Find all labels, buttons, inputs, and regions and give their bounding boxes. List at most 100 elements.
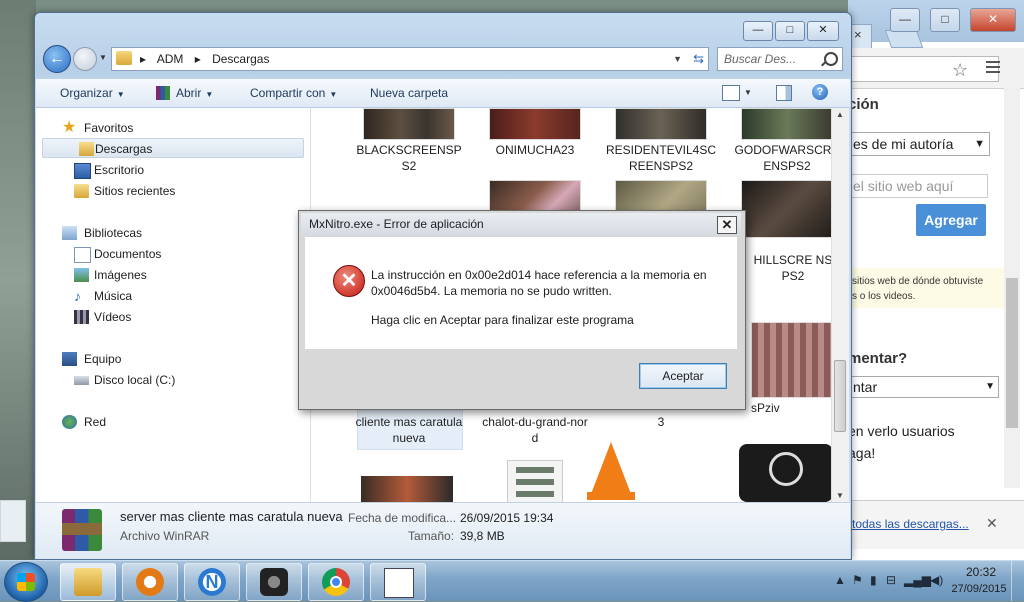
nav-label: Disco local (C:): [94, 373, 176, 387]
open-button[interactable]: Abrir ▼: [156, 79, 213, 109]
refresh-icon[interactable]: ⇆: [693, 48, 704, 70]
taskbar-chrome[interactable]: [308, 563, 364, 601]
forward-arrow-icon[interactable]: [73, 47, 97, 71]
website-input[interactable]: el sitio web aquí: [848, 174, 988, 198]
nav-local-disk[interactable]: Disco local (C:): [36, 370, 306, 390]
file-thumbnail[interactable]: [489, 108, 581, 140]
file-thumbnail[interactable]: [751, 322, 831, 398]
taskbar-nitro[interactable]: N: [184, 563, 240, 601]
chrome-close-button[interactable]: ✕: [970, 8, 1016, 32]
file-name[interactable]: BLACKSCREENSPS2: [353, 142, 465, 174]
downloads-close-icon[interactable]: ✕: [986, 515, 998, 532]
organize-button[interactable]: Organizar ▼: [60, 79, 125, 109]
recent-pages-dropdown-icon[interactable]: ▼: [99, 53, 107, 62]
vertical-scrollbar[interactable]: ▲ ▼: [831, 108, 849, 502]
scroll-thumb[interactable]: [834, 360, 846, 432]
chrome-titlebar: × — □ ✕: [848, 0, 1024, 49]
ok-button[interactable]: Aceptar: [639, 363, 727, 389]
scroll-up-icon[interactable]: ▲: [836, 110, 844, 119]
winrar-icon: [156, 86, 170, 100]
nav-computer[interactable]: Equipo: [36, 349, 306, 369]
taskbar-media-player[interactable]: [122, 563, 178, 601]
battery-icon[interactable]: ▮: [870, 573, 877, 587]
file-name[interactable]: sPziv: [751, 400, 801, 416]
clock-time[interactable]: 20:32: [956, 565, 1006, 579]
back-arrow-icon[interactable]: ←: [43, 45, 71, 73]
file-thumbnail[interactable]: [741, 180, 831, 238]
videos-icon: [74, 310, 89, 324]
nav-videos[interactable]: Vídeos: [36, 307, 306, 327]
new-tab-button[interactable]: [884, 30, 924, 48]
file-name[interactable]: RESIDENTEVIL4SCREENSPS2: [605, 142, 717, 174]
winrar-archive-icon: [62, 509, 102, 551]
breadcrumb-adm[interactable]: ADM: [157, 52, 184, 66]
file-name[interactable]: chalot-du-grand-nord: [479, 414, 591, 446]
file-name[interactable]: ONIMUCHA23: [479, 142, 591, 158]
maximize-button[interactable]: □: [775, 21, 805, 41]
chrome-menu-icon[interactable]: [986, 58, 1000, 76]
file-name[interactable]: HILLSCRE NSPS2: [751, 252, 831, 284]
show-desktop-button[interactable]: [1011, 561, 1024, 601]
nav-label: Favoritos: [84, 121, 134, 135]
dialog-close-button[interactable]: ✕: [717, 216, 737, 234]
chrome-minimize-button[interactable]: —: [890, 8, 920, 32]
file-thumbnail[interactable]: [363, 108, 455, 140]
comment-question: mentar?: [848, 350, 908, 367]
nav-network[interactable]: Red: [36, 412, 306, 432]
omnibox[interactable]: ☆: [848, 56, 999, 82]
selected-file-name: server mas cliente mas caratula nueva: [120, 509, 343, 524]
action-center-flag-icon[interactable]: ⚑: [852, 573, 863, 587]
authorship-select[interactable]: es de mi autoría ▼: [848, 132, 990, 156]
start-button[interactable]: [4, 562, 48, 602]
vlc-cone-icon[interactable]: [591, 442, 631, 494]
search-box[interactable]: Buscar Des...: [717, 47, 843, 71]
file-thumbnail[interactable]: [361, 476, 453, 502]
clock-date[interactable]: 27/09/2015: [944, 583, 1014, 595]
address-bar[interactable]: ▸ ADM ▸ Descargas ▼ ⇆: [111, 47, 709, 71]
tab-close-icon[interactable]: ×: [854, 27, 862, 42]
share-button[interactable]: Compartir con ▼: [250, 79, 337, 109]
document-thumbnail[interactable]: [507, 460, 563, 502]
address-dropdown-icon[interactable]: ▼: [673, 48, 682, 70]
new-folder-button[interactable]: Nueva carpeta: [370, 79, 448, 107]
nav-downloads[interactable]: Descargas: [42, 138, 304, 158]
preview-pane-icon[interactable]: [776, 85, 792, 101]
chrome-maximize-button[interactable]: □: [930, 8, 960, 32]
scroll-thumb[interactable]: [1006, 278, 1018, 428]
file-name[interactable]: cliente mas caratula nueva: [353, 414, 465, 446]
taskbar-explorer[interactable]: [60, 563, 116, 601]
search-icon[interactable]: [824, 52, 838, 66]
minimize-button[interactable]: —: [743, 21, 773, 41]
nav-music[interactable]: ♪ Música: [36, 286, 306, 306]
nav-images[interactable]: Imágenes: [36, 265, 306, 285]
close-button[interactable]: ✕: [807, 21, 839, 41]
nav-desktop[interactable]: Escritorio: [36, 160, 306, 180]
bookmark-star-icon[interactable]: ☆: [952, 60, 968, 81]
usb-icon[interactable]: ⊟: [886, 573, 896, 587]
volume-icon[interactable]: ◀): [930, 573, 943, 587]
all-downloads-link[interactable]: todas las descargas...: [852, 517, 969, 531]
file-thumbnail[interactable]: [615, 108, 707, 140]
chrome-scrollbar[interactable]: [1004, 88, 1020, 488]
taskbar-document[interactable]: [370, 563, 426, 601]
scroll-down-icon[interactable]: ▼: [836, 491, 844, 500]
desktop-shortcut[interactable]: [0, 500, 26, 542]
add-button[interactable]: Agregar: [916, 204, 986, 236]
nav-documents[interactable]: Documentos: [36, 244, 306, 264]
vlc-base-icon: [587, 492, 635, 500]
signal-icon[interactable]: ▂▄▆: [904, 573, 931, 587]
comment-select[interactable]: ntar ▼: [848, 376, 999, 398]
nav-favorites[interactable]: ★ Favoritos: [36, 118, 306, 138]
file-name[interactable]: GODOFWARSCREENSPS2: [731, 142, 831, 174]
change-view-icon[interactable]: [722, 85, 740, 101]
file-thumbnail[interactable]: [741, 108, 831, 140]
nav-recent-places[interactable]: Sitios recientes: [36, 181, 306, 201]
help-icon[interactable]: ?: [812, 84, 828, 100]
view-dropdown-icon[interactable]: ▼: [744, 79, 752, 107]
app-shortcut-icon[interactable]: [739, 444, 831, 502]
show-hidden-icons-icon[interactable]: ▲: [834, 573, 846, 587]
taskbar-app[interactable]: [246, 563, 302, 601]
nav-libraries[interactable]: Bibliotecas: [36, 223, 306, 243]
breadcrumb-descargas[interactable]: Descargas: [212, 52, 269, 66]
file-name[interactable]: 3: [605, 414, 717, 430]
